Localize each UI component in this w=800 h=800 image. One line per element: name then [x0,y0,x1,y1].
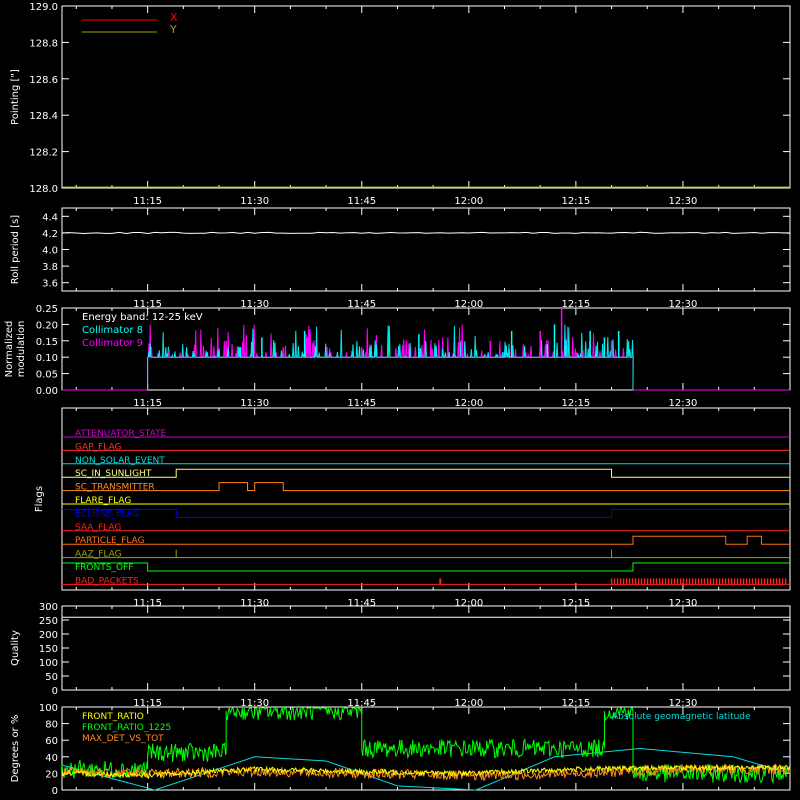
panel-frame-4 [61,605,791,691]
y-axis-label-group: Pointing ["] [10,69,21,125]
time-label: 12:15 [561,398,590,409]
y-tick-label: 128.6 [29,75,58,86]
legend-label-front-ratio-1225: FRONT_RATIO_1225 [82,723,171,733]
y-tick-label: 300 [39,602,58,613]
y-tick-label: 129.0 [29,2,58,13]
legend-label-geomagnetic-latitude: Absolute geomagnetic latitude [612,712,751,722]
y-tick-label: 128.4 [29,111,58,122]
legend-label-y: Y [169,23,177,36]
flag-trace-sc-in-sunlight [62,468,790,478]
flag-trace-eclipse-flag [62,508,790,518]
y-tick-label: 4.0 [42,246,58,257]
y-axis-label: Normalized [4,321,15,378]
collimator-8-trace [147,324,634,391]
y-tick-label: 4.4 [42,212,58,223]
y-axis-label: modulation [16,321,27,378]
y-tick-label: 40 [45,753,58,764]
flag-label-fronts-off: FRONTS_OFF [75,563,133,573]
time-label: 11:15 [133,196,162,207]
y-tick-label: 150 [39,644,58,655]
y-tick-label: 250 [39,616,58,627]
y-axis-label-group: Roll period [s] [10,215,21,284]
y-axis-label-group: Quality [10,630,21,666]
y-axis-label-group: Degrees or % [10,715,21,783]
panel-frame-1 [61,207,791,292]
legend-label-max-det-vs-tot: MAX_DET_VS_TOT [82,734,164,744]
flag-trace-fronts-off [62,562,790,572]
y-tick-label: 0.20 [36,320,58,331]
y-tick-label: 0.10 [36,353,58,364]
y-axis-label: Flags [34,486,45,512]
time-label: 12:30 [669,196,698,207]
time-label: 12:30 [669,398,698,409]
y-tick-label: 0.05 [36,370,58,381]
flag-label-eclipse-flag: ECLIPSE_FLAG [75,509,139,519]
time-label: 12:00 [454,196,483,207]
y-tick-label: 0.00 [36,386,58,397]
flag-trace-aaz-flag [62,549,790,559]
y-axis-label-group: Normalized modulation [4,321,27,378]
y-tick-label: 0.15 [36,337,58,348]
time-label: 11:30 [240,398,269,409]
time-label: 11:45 [347,196,376,207]
time-label: 11:15 [133,398,162,409]
y-axis-label: Quality [10,630,21,666]
legend-label-collimator-8: Collimator 8 [82,325,143,336]
y-tick-label: 128.2 [29,148,58,159]
y-tick-label: 100 [39,703,58,714]
y-tick-label: 80 [45,720,58,731]
time-label: 11:45 [347,398,376,409]
time-label: 12:15 [561,196,590,207]
y-tick-label: 0.25 [36,304,58,315]
y-tick-label: 0 [52,686,58,697]
legend-label-collimator-9: Collimator 9 [82,338,143,349]
y-tick-label: 128.8 [29,38,58,49]
flag-trace-sc-transmitter [62,482,790,492]
y-axis-label-group: Flags [34,486,45,512]
y-tick-label: 4.2 [42,229,58,240]
y-tick-label: 50 [45,672,58,683]
flag-trace-particle-flag [62,535,790,545]
time-label: 11:30 [240,196,269,207]
time-label: 12:00 [454,398,483,409]
y-tick-label: 3.8 [42,262,58,273]
y-tick-label: 20 [45,769,58,780]
legend-label-front-ratio: FRONT_RATIO [82,712,144,722]
series-roll-period-line [61,231,791,235]
y-tick-label: 100 [39,658,58,669]
y-axis-label: Pointing ["] [10,69,21,125]
y-tick-label: 60 [45,736,58,747]
y-axis-label: Roll period [s] [10,215,21,284]
hessi-quicklook-figure: 128.0 128.2 128.4 128.6 128.8 129.0 Pointing [… [0,0,800,800]
y-tick-label: 3.6 [42,279,58,290]
figure-canvas: 128.0 128.2 128.4 128.6 128.8 129.0 Pointing [… [4,2,791,797]
energy-band-annotation: Energy band: 12-25 keV [82,312,203,323]
y-tick-label: 0 [52,786,58,797]
y-tick-label: 128.0 [29,184,58,195]
y-axis-label: Degrees or % [10,715,21,783]
y-tick-label: 200 [39,630,58,641]
